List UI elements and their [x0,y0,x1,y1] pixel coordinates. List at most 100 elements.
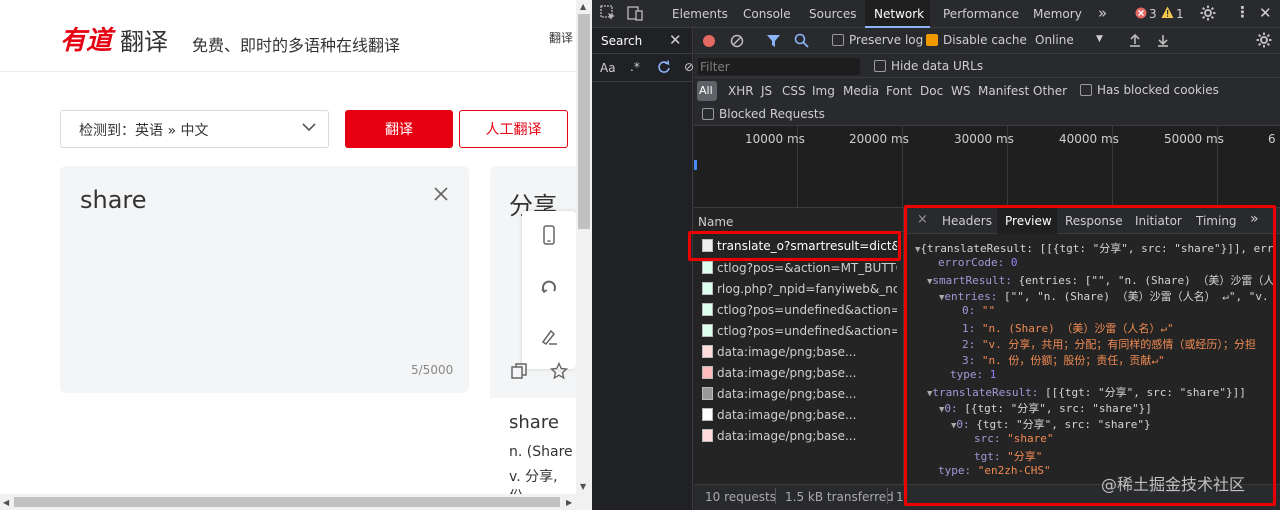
language-selector[interactable]: 检测到：英语 » 中文 [60,110,329,148]
error-count[interactable]: 3 [1149,7,1157,21]
type-media[interactable]: Media [843,84,879,98]
tab-elements[interactable]: Elements [672,7,728,21]
request-row[interactable]: ctlog?pos=&action=MT_BUTTON... [717,261,897,275]
timeline-label: 30000 ms [954,132,1014,146]
network-settings-icon[interactable] [1256,32,1272,48]
more-tabs-button[interactable]: » [1098,4,1107,22]
tab-console[interactable]: Console [743,7,791,21]
warning-count[interactable]: 1 [1176,7,1184,21]
type-ws[interactable]: WS [951,84,970,98]
type-font[interactable]: Font [886,84,912,98]
image-file-icon [702,429,713,442]
request-row[interactable]: data:image/png;base... [717,366,897,380]
file-icon [702,303,713,316]
highlight-box-preview [904,205,1276,506]
request-row[interactable]: rlog.php?_npid=fanyiweb&_ncat... [717,282,897,296]
gear-icon[interactable] [1200,5,1216,21]
clear-search-icon[interactable]: ⊘ [684,60,694,74]
warning-icon[interactable] [1161,6,1174,19]
name-column-header[interactable]: Name [698,215,733,229]
side-toolbar [522,211,576,369]
edit-icon[interactable] [539,327,559,347]
file-icon [702,261,713,274]
hide-data-urls-checkbox[interactable] [874,60,886,72]
more-options-icon[interactable]: ⋮ [1235,3,1250,21]
tab-memory[interactable]: Memory [1033,7,1082,21]
blocked-requests-label: Blocked Requests [719,107,825,121]
throttle-select[interactable]: Online [1035,33,1074,47]
search-tab[interactable]: Search [601,34,642,48]
request-row[interactable]: ctlog?pos=undefined&action=&... [717,303,897,317]
hide-data-urls-label: Hide data URLs [891,59,984,73]
chevron-down-icon[interactable]: ▼ [1096,34,1103,44]
type-xhr[interactable]: XHR [728,84,754,98]
timeline-request-bar [694,160,697,170]
blocked-cookies-checkbox[interactable] [1080,84,1092,96]
star-icon[interactable] [550,362,568,380]
upload-icon[interactable] [1128,33,1142,47]
request-row[interactable]: data:image/png;base... [717,345,897,359]
preserve-log-checkbox[interactable] [832,34,844,46]
close-devtools-icon[interactable]: ✕ [1259,4,1272,22]
translate-button[interactable]: 翻译 [345,110,453,148]
source-text[interactable]: share [80,186,147,214]
clear-log-icon[interactable] [730,34,744,48]
youdao-logo[interactable]: 有道 [60,20,112,57]
type-all[interactable]: All [699,84,713,97]
tab-sources[interactable]: Sources [809,7,856,21]
request-row[interactable]: data:image/png;base... [717,387,897,401]
type-manifest[interactable]: Manifest [978,84,1029,98]
scroll-left-icon[interactable]: ◀ [3,498,9,507]
transferred-size: 1.5 kB transferred [785,490,894,504]
timeline-label: 40000 ms [1059,132,1119,146]
regex-button[interactable]: .* [630,60,640,74]
inspect-icon[interactable] [600,5,616,21]
dictionary-line: n. (Share [509,444,573,460]
scroll-right-icon[interactable]: ▶ [566,498,572,507]
type-css[interactable]: CSS [782,84,806,98]
timeline-label: 50000 ms [1164,132,1224,146]
scroll-down-icon[interactable]: ▼ [580,482,586,491]
horizontal-scroll-thumb[interactable] [14,497,560,507]
search-panel [592,28,693,510]
refresh-icon[interactable] [657,60,671,74]
scroll-up-icon[interactable]: ▲ [580,2,586,11]
chevron-down-icon [302,123,316,132]
close-icon[interactable] [432,185,450,203]
dictionary-word: share [509,412,559,433]
timeline-label: 20000 ms [849,132,909,146]
timeline-label: 10000 ms [745,132,805,146]
disable-cache-checkbox[interactable] [926,34,938,46]
dictionary-line: v. 分享, [509,469,558,485]
logo-text: 翻译 [120,28,168,56]
filter-icon[interactable] [766,33,781,48]
match-case-button[interactable]: Aa [600,61,616,75]
divider [775,488,776,504]
type-doc[interactable]: Doc [920,84,943,98]
search-icon[interactable] [794,33,809,48]
vertical-scroll-thumb[interactable] [578,14,590,229]
type-other[interactable]: Other [1033,84,1067,98]
error-icon[interactable] [1135,7,1147,19]
divider [887,488,888,504]
blocked-requests-checkbox[interactable] [702,108,714,120]
preserve-log-label: Preserve log [849,33,924,47]
human-translate-button[interactable]: 人工翻译 [459,110,568,148]
header-nav-link[interactable]: 翻译 [549,29,573,46]
download-icon[interactable] [1156,33,1170,47]
type-img[interactable]: Img [812,84,835,98]
request-row[interactable]: data:image/png;base... [717,408,897,422]
copy-icon[interactable] [510,362,528,380]
tab-performance[interactable]: Performance [943,7,1019,21]
filter-input[interactable]: Filter [700,60,730,74]
file-icon [702,282,713,295]
phone-icon[interactable] [539,225,559,245]
refresh-icon[interactable] [539,277,559,297]
record-icon[interactable] [702,34,716,48]
close-icon[interactable]: ✕ [669,31,682,49]
device-toggle-icon[interactable] [627,5,643,21]
request-row[interactable]: data:image/png;base... [717,429,897,443]
request-row[interactable]: ctlog?pos=undefined&action=RE... [717,324,897,338]
type-js[interactable]: JS [761,84,772,98]
tab-network[interactable]: Network [874,7,924,21]
